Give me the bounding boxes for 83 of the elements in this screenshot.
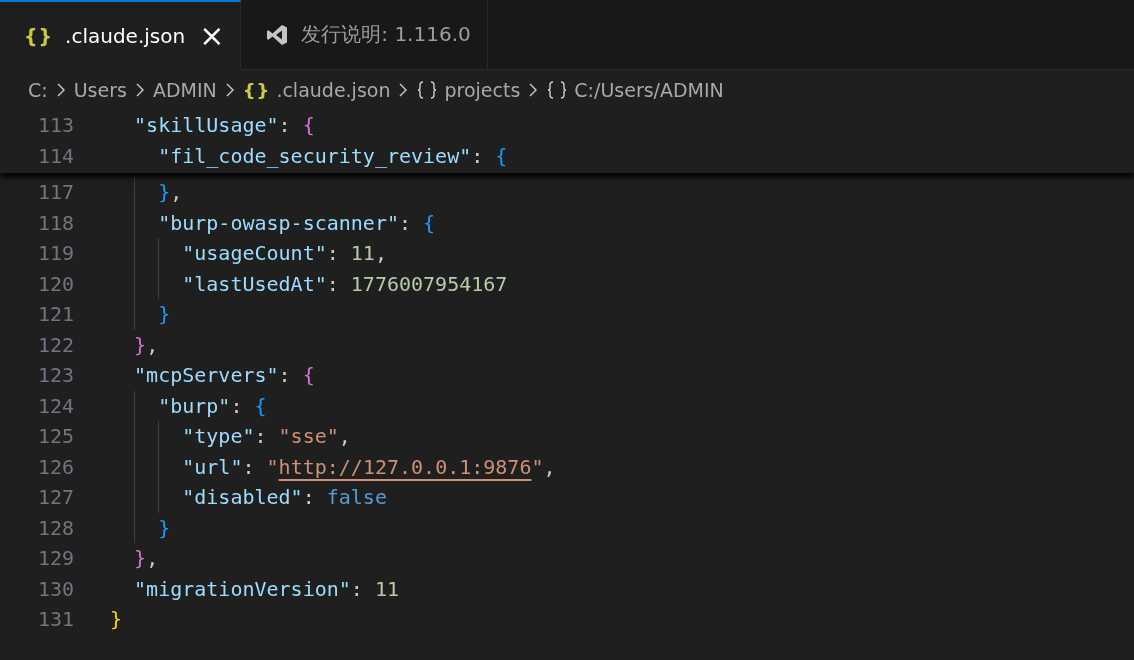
bracket: } — [110, 607, 123, 632]
bracket: } — [158, 180, 171, 205]
breadcrumb-item[interactable]: .claude.json — [276, 79, 391, 101]
bracket: } — [158, 515, 171, 540]
string-value: "sse" — [278, 424, 339, 449]
punctuation: , — [146, 546, 159, 571]
bracket: { — [302, 113, 315, 138]
line-number: 118 — [36, 210, 75, 235]
url-link[interactable]: http://127.0.0.1:9876 — [278, 454, 532, 479]
braces-icon — [546, 80, 569, 100]
editor-tab[interactable]: 发行说明: 1.116.0 — [241, 0, 488, 70]
punctuation: : — [242, 454, 256, 479]
json-key: "mcpServers" — [134, 363, 279, 388]
line-number: 126 — [36, 454, 75, 479]
line-number: 120 — [36, 271, 75, 296]
line-number: 125 — [36, 424, 75, 449]
line-number: 122 — [36, 332, 75, 357]
punctuation: : — [230, 393, 244, 418]
bracket: { — [254, 393, 267, 418]
keyword: false — [326, 485, 387, 510]
line-number: 130 — [36, 576, 75, 601]
line-number: 114 — [36, 143, 75, 168]
punctuation: : — [278, 113, 292, 138]
punctuation: : — [471, 143, 485, 168]
line-number: 128 — [36, 515, 75, 540]
punctuation: : — [350, 576, 364, 601]
breadcrumb-item[interactable]: C: — [28, 79, 48, 101]
breadcrumb-item[interactable]: projects — [444, 79, 521, 101]
line-number: 131 — [36, 607, 75, 632]
json-key: "fil_code_security_review" — [158, 143, 472, 168]
chevron-icon — [55, 82, 66, 98]
code-editor-logo-icon — [265, 22, 290, 47]
punctuation: , — [170, 180, 183, 205]
line-number: 123 — [36, 363, 75, 388]
punctuation: : — [302, 485, 316, 510]
json-key: "migrationVersion" — [134, 576, 351, 601]
bracket: { — [423, 210, 436, 235]
string-value: " — [531, 454, 544, 479]
json-key: "type" — [182, 424, 255, 449]
json-key: "lastUsedAt" — [182, 271, 327, 296]
json-key: "skillUsage" — [134, 113, 279, 138]
bracket: { — [302, 363, 315, 388]
json-key: "url" — [182, 454, 243, 479]
breadcrumb-item[interactable]: Users — [73, 79, 127, 101]
bracket: } — [134, 332, 147, 357]
json-icon: {} — [242, 79, 271, 101]
braces-icon — [416, 80, 439, 100]
bracket: } — [134, 546, 147, 571]
bracket: { — [495, 143, 508, 168]
punctuation: , — [146, 332, 159, 357]
line-number: 124 — [36, 393, 75, 418]
punctuation: : — [399, 210, 413, 235]
punctuation: : — [254, 424, 268, 449]
chevron-icon — [398, 82, 409, 98]
punctuation: : — [278, 363, 292, 388]
number-value: 11 — [374, 576, 399, 601]
json-icon: {} — [24, 24, 54, 47]
chevron-icon — [224, 82, 235, 98]
line-number: 129 — [36, 546, 75, 571]
json-key: "burp" — [158, 393, 231, 418]
json-key: "usageCount" — [182, 241, 327, 266]
json-key: "burp-owasp-scanner" — [158, 210, 399, 235]
punctuation: , — [543, 454, 556, 479]
breadcrumb-item[interactable]: ADMIN — [152, 79, 217, 101]
line-number: 119 — [36, 241, 75, 266]
editor-tab[interactable]: {} .claude.json × — [0, 0, 242, 70]
number-value: 1776007954167 — [350, 271, 508, 296]
line-number: 127 — [36, 485, 75, 510]
punctuation: : — [326, 271, 340, 296]
json-key: "disabled" — [182, 485, 303, 510]
string-value: " — [266, 454, 279, 479]
line-number: 113 — [36, 113, 75, 138]
close-icon[interactable]: × — [199, 20, 225, 51]
line-number: 117 — [36, 180, 75, 205]
line-number: 121 — [36, 302, 75, 327]
punctuation: : — [326, 241, 340, 266]
breadcrumb-item[interactable]: C:/Users/ADMIN — [574, 79, 724, 101]
chevron-icon — [134, 82, 145, 98]
bracket: } — [158, 302, 171, 327]
chevron-icon — [528, 82, 539, 98]
number-value: 11 — [350, 241, 375, 266]
punctuation: , — [374, 241, 387, 266]
punctuation: , — [338, 424, 351, 449]
